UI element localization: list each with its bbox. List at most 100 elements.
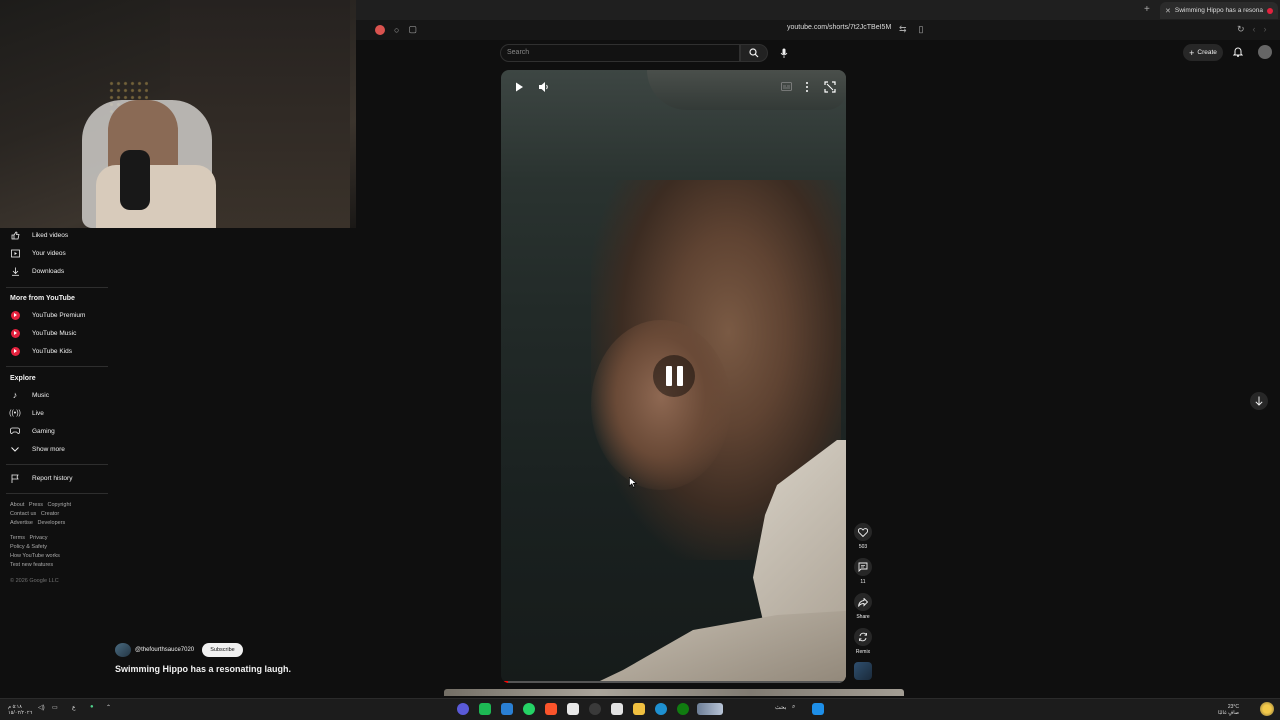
sidebar-item-label: Show more: [32, 445, 65, 453]
nav-controls: ↻ ‹ ›: [1237, 24, 1267, 35]
language-indicator[interactable]: ع: [72, 704, 76, 711]
windows-start-icon[interactable]: [812, 703, 824, 715]
sidebar-item-label: Downloads: [32, 267, 65, 275]
url-text[interactable]: youtube.com/shorts/7t2JcTBeI5M: [787, 24, 891, 31]
address-bar-left-icons: ○ ▢: [375, 24, 417, 35]
weather-widget[interactable]: 23°C صافٍ غالبًا: [1218, 704, 1239, 716]
bookmark-icon[interactable]: ▯: [919, 24, 924, 35]
play-button[interactable]: [513, 81, 525, 93]
sidebar-item-live[interactable]: ((•)) Live: [9, 405, 44, 421]
notifications-button[interactable]: [1233, 46, 1243, 57]
forward-icon[interactable]: ›: [1264, 24, 1267, 35]
app-icon-edge[interactable]: [655, 703, 667, 715]
channel-avatar[interactable]: [115, 643, 131, 657]
footer-link[interactable]: Privacy: [30, 535, 48, 541]
next-video-preview[interactable]: [444, 689, 904, 696]
sidebar-item-liked-videos[interactable]: Liked videos: [10, 227, 68, 243]
app-icon-steam[interactable]: [589, 703, 601, 715]
browser-tab-active[interactable]: ✕ Swimming Hippo has a resona: [1160, 2, 1278, 19]
pause-indicator[interactable]: [653, 355, 695, 397]
share-label: Share: [856, 614, 870, 620]
youtube-music-icon: [10, 328, 20, 338]
footer-link[interactable]: Test new features: [10, 562, 53, 568]
share-button[interactable]: Share: [853, 593, 873, 620]
browser-tabstrip: [356, 0, 1280, 20]
voice-search-button[interactable]: [776, 45, 792, 61]
app-icon-brave[interactable]: [545, 703, 557, 715]
taskbar-search-icon[interactable]: ⌕: [792, 704, 795, 711]
footer-link[interactable]: Copyright: [48, 502, 72, 508]
comment-icon: [854, 558, 872, 576]
footer-link[interactable]: Advertise: [10, 520, 33, 526]
sidebar-item-your-videos[interactable]: Your videos: [10, 245, 66, 261]
footer-link[interactable]: Press: [29, 502, 43, 508]
search-button[interactable]: [740, 44, 768, 62]
next-video-button[interactable]: [1250, 392, 1268, 410]
create-button[interactable]: + Create: [1183, 44, 1223, 61]
sound-thumbnail[interactable]: [854, 662, 872, 680]
microphone-icon: [780, 48, 788, 58]
clock[interactable]: ٥:١٨ م ١٥/٠٢/٢٠٢٦: [8, 704, 32, 716]
captions-button[interactable]: [781, 82, 792, 91]
sidebar-item-youtube-premium[interactable]: YouTube Premium: [10, 307, 85, 323]
play-icon: [516, 82, 523, 92]
footer-link[interactable]: How YouTube works: [10, 553, 60, 559]
brave-shield-icon[interactable]: [375, 24, 385, 35]
account-avatar[interactable]: [1258, 45, 1272, 59]
search-input[interactable]: Search: [500, 44, 740, 62]
sidebar-item-downloads[interactable]: Downloads: [10, 263, 64, 279]
app-icon-discord[interactable]: [457, 703, 469, 715]
subscribe-button[interactable]: Subscribe: [202, 643, 243, 657]
footer-link[interactable]: Contact us: [10, 511, 36, 517]
remix-button[interactable]: Remix: [853, 628, 873, 655]
sidebar-item-report-history[interactable]: Report history: [10, 470, 72, 486]
sidebar-item-label: Music: [32, 391, 49, 399]
comments-button[interactable]: 11: [853, 558, 873, 585]
app-icon-green[interactable]: [479, 703, 491, 715]
app-icon-xbox[interactable]: [677, 703, 689, 715]
search-highlight-image[interactable]: [697, 703, 723, 715]
sidebar-item-label: Your videos: [32, 249, 66, 257]
close-tab-icon[interactable]: ✕: [1165, 7, 1171, 15]
heart-icon: [854, 523, 872, 541]
footer-link[interactable]: Terms: [10, 535, 25, 541]
sidebar-show-more[interactable]: Show more: [10, 441, 65, 457]
microphone-tray-icon[interactable]: ●: [90, 704, 94, 710]
volume-button[interactable]: [538, 81, 550, 93]
app-icon-calendar[interactable]: [611, 703, 623, 715]
speaker-icon[interactable]: ◁): [38, 704, 45, 711]
video-progress-bar[interactable]: [501, 681, 846, 683]
sidebar-item-label: Report history: [32, 474, 73, 482]
network-icon[interactable]: ▭: [52, 704, 58, 711]
sidebar-item-youtube-music[interactable]: YouTube Music: [10, 325, 76, 341]
app-icon-notepad[interactable]: [567, 703, 579, 715]
footer-link[interactable]: Policy & Safety: [10, 544, 47, 550]
youtube-premium-icon: [10, 310, 20, 320]
fullscreen-button[interactable]: [824, 81, 836, 93]
sidebar-item-gaming[interactable]: Gaming: [10, 423, 55, 439]
chevron-up-icon[interactable]: ⌃: [106, 704, 111, 711]
footer-link[interactable]: Developers: [37, 520, 65, 526]
like-button[interactable]: 503: [853, 523, 873, 550]
new-tab-button[interactable]: +: [1144, 4, 1150, 15]
translate-icon[interactable]: ⇆: [899, 24, 907, 35]
back-icon[interactable]: ‹: [1253, 24, 1256, 35]
sidebar-item-music[interactable]: ♪ Music: [10, 387, 49, 403]
screenshot-icon[interactable]: ▢: [408, 24, 417, 35]
more-options-button[interactable]: [804, 81, 810, 93]
sidebar-item-youtube-kids[interactable]: YouTube Kids: [10, 343, 72, 359]
taskbar-search-label[interactable]: بحث: [775, 704, 786, 711]
footer-link[interactable]: Creator: [41, 511, 59, 517]
reload-icon[interactable]: ↻: [1237, 24, 1245, 35]
share-icon: [854, 593, 872, 611]
gamepad-icon: [10, 426, 20, 436]
footer-link[interactable]: About: [10, 502, 24, 508]
sidebar-item-label: YouTube Music: [32, 329, 77, 337]
arrow-down-icon: [1255, 396, 1263, 406]
sidebar-item-label: Live: [32, 409, 44, 417]
chat-icon[interactable]: ○: [394, 25, 399, 35]
app-icon-whatsapp[interactable]: [523, 703, 535, 715]
channel-name[interactable]: @thefourthsauce7020: [135, 647, 194, 653]
app-icon-store[interactable]: [501, 703, 513, 715]
app-icon-file-explorer[interactable]: [633, 703, 645, 715]
